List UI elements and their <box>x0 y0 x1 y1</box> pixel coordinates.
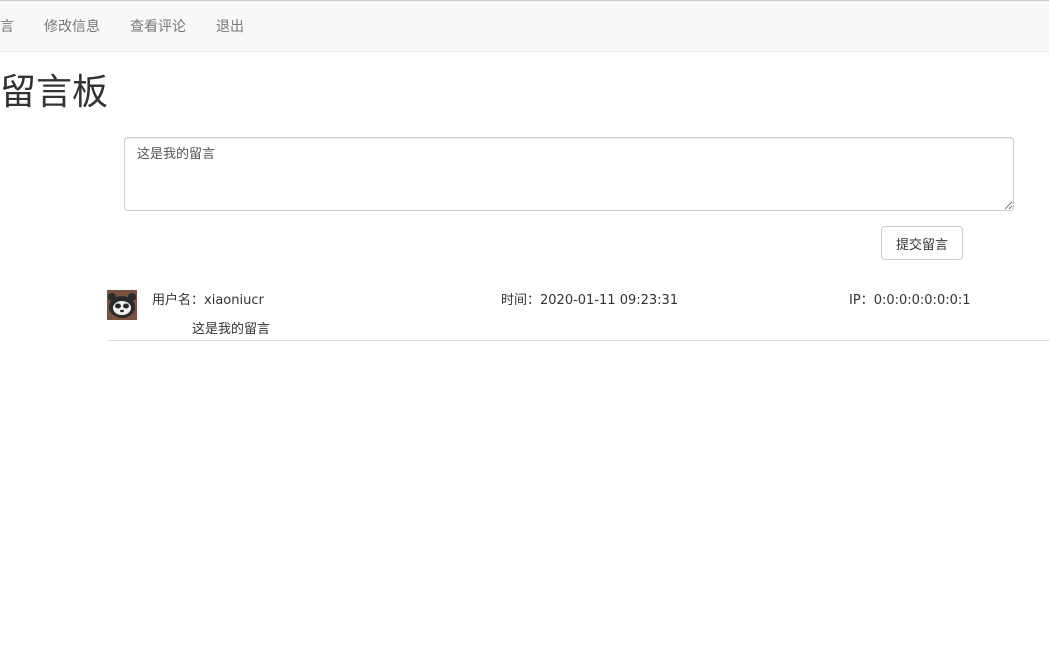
nav-link-messages[interactable]: 留言 <box>0 18 14 36</box>
nav-link-edit-info[interactable]: 修改信息 <box>44 18 100 36</box>
user-avatar <box>107 290 137 320</box>
comment-time: 时间：2020-01-11 09:23:31 <box>501 293 679 308</box>
page-title: 留言板 <box>0 72 109 113</box>
comment-content: 这是我的留言 <box>192 322 271 337</box>
nav-link-logout[interactable]: 退出 <box>216 18 244 36</box>
nav-link-view-comments[interactable]: 查看评论 <box>130 18 186 36</box>
top-navbar: 留言 修改信息 查看评论 退出 <box>0 0 1049 52</box>
comment-username: 用户名：xiaoniucr <box>152 293 264 308</box>
comment-item: 用户名：xiaoniucr 时间：2020-01-11 09:23:31 IP：… <box>107 288 1049 341</box>
panda-avatar-icon <box>107 290 137 320</box>
comment-ip: IP：0:0:0:0:0:0:0:1 <box>849 293 971 308</box>
message-textarea[interactable]: 这是我的留言 <box>124 137 1014 211</box>
submit-message-button[interactable]: 提交留言 <box>881 226 963 260</box>
